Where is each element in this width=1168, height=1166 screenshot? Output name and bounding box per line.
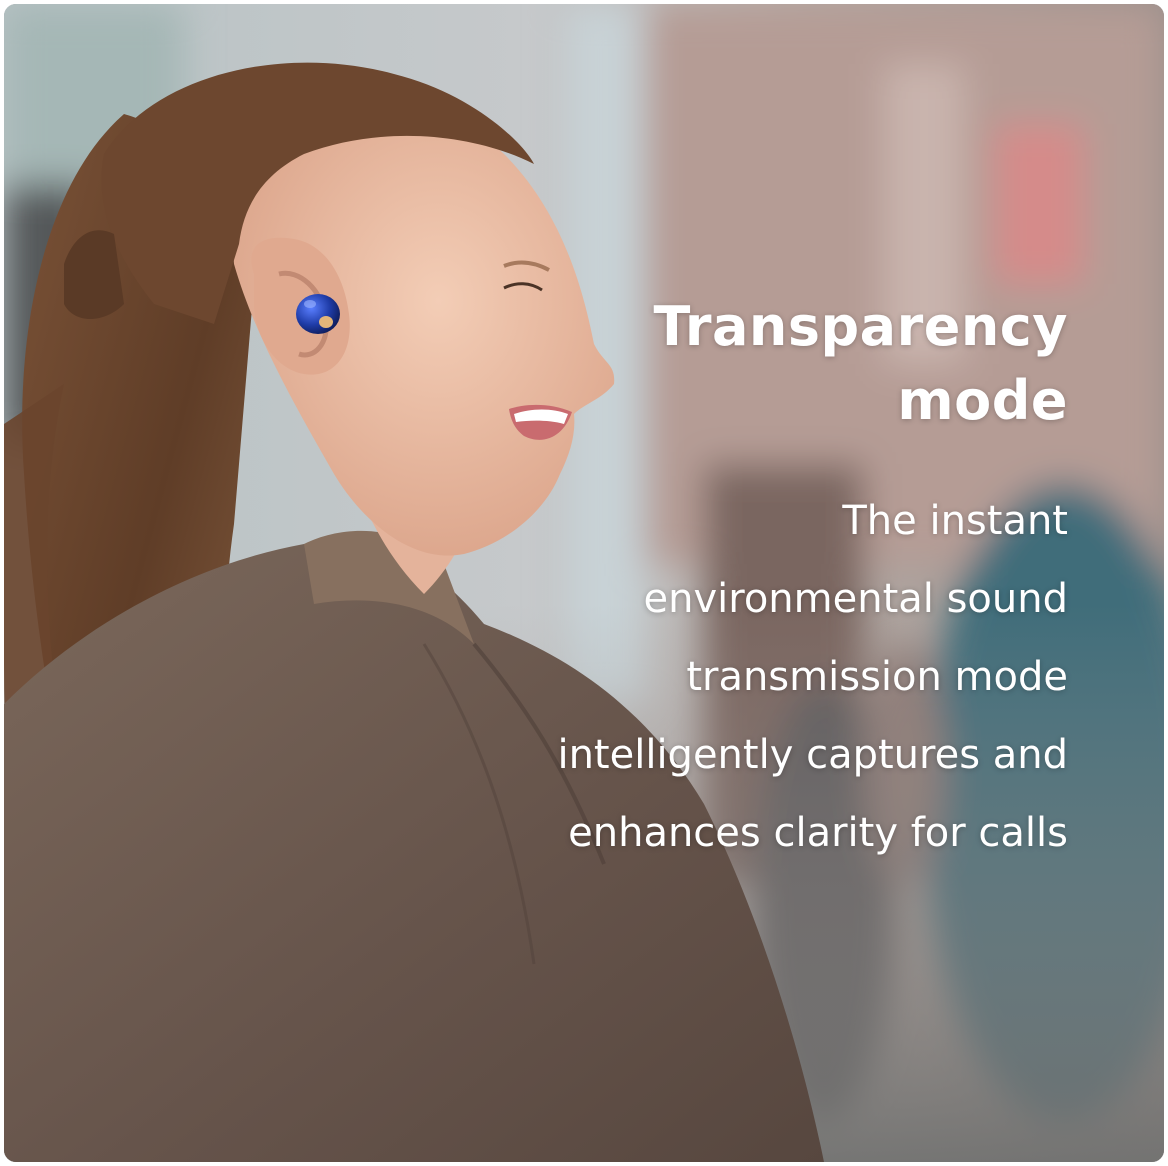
- feature-description-line-5: enhances clarity for calls: [568, 810, 1068, 856]
- feature-title-line-2: mode: [897, 369, 1068, 432]
- feature-text: Transparency mode The instant environmen…: [448, 290, 1068, 872]
- feature-title-line-1: Transparency: [653, 295, 1068, 358]
- feature-description-line-2: environmental sound: [643, 576, 1069, 622]
- feature-description: The instant environmental sound transmis…: [448, 482, 1068, 872]
- feature-description-line-1: The instant: [842, 498, 1068, 544]
- product-image-frame: Transparency mode The instant environmen…: [4, 4, 1164, 1162]
- feature-description-line-4: intelligently captures and: [557, 732, 1068, 778]
- earbud-icon: [296, 294, 340, 334]
- feature-title: Transparency mode: [448, 290, 1068, 438]
- feature-description-line-3: transmission mode: [686, 654, 1068, 700]
